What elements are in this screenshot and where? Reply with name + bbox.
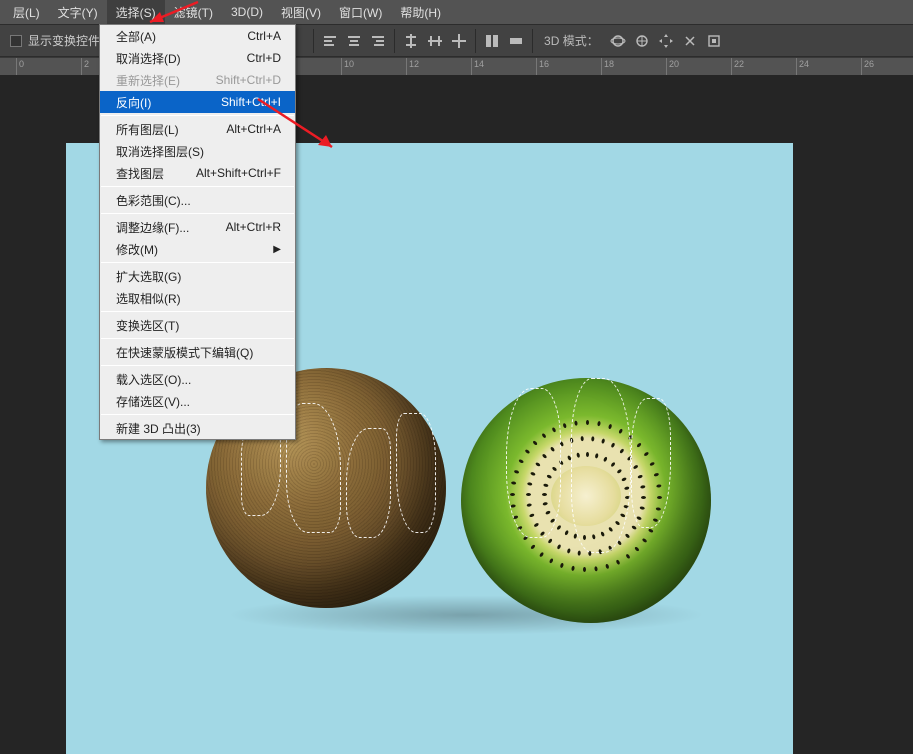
ruler-tick: 20 xyxy=(666,58,679,75)
selection-marquee xyxy=(346,428,391,538)
menu-divider xyxy=(101,213,294,214)
roll-icon[interactable] xyxy=(631,30,653,52)
menu-divider xyxy=(101,262,294,263)
align-center-icon[interactable] xyxy=(343,30,365,52)
menu-select[interactable]: 选择(S) xyxy=(107,0,165,25)
menu-divider xyxy=(101,338,294,339)
distribute-v-icon[interactable] xyxy=(400,30,422,52)
pan-icon[interactable] xyxy=(655,30,677,52)
menu-item-shortcut: Shift+Ctrl+D xyxy=(216,73,281,87)
ruler-tick: 10 xyxy=(341,58,354,75)
menu-item-label: 全部(A) xyxy=(116,28,156,45)
ruler-tick: 0 xyxy=(16,58,24,75)
ruler-tick: 18 xyxy=(601,58,614,75)
auto-align-icon[interactable] xyxy=(481,30,503,52)
menu-3d[interactable]: 3D(D) xyxy=(222,1,272,23)
menu-item-label: 存储选区(V)... xyxy=(116,393,190,410)
menu-item[interactable]: 取消选择图层(S) xyxy=(100,140,295,162)
menu-view[interactable]: 视图(V) xyxy=(272,0,330,25)
ruler-tick: 14 xyxy=(471,58,484,75)
ruler-tick: 26 xyxy=(861,58,874,75)
menu-divider xyxy=(101,311,294,312)
submenu-arrow-icon: ▶ xyxy=(273,244,281,255)
menu-item-label: 载入选区(O)... xyxy=(116,371,191,388)
menu-divider xyxy=(101,365,294,366)
menu-type[interactable]: 文字(Y) xyxy=(49,0,107,25)
toolbar-separator xyxy=(313,29,314,53)
menu-layer[interactable]: 层(L) xyxy=(4,0,49,25)
selection-marquee xyxy=(631,398,671,528)
menu-item-label: 色彩范围(C)... xyxy=(116,192,191,209)
menu-item[interactable]: 查找图层 Alt+Shift+Ctrl+F xyxy=(100,162,295,184)
menu-item[interactable]: 修改(M) ▶ xyxy=(100,238,295,260)
menu-item-shortcut: Ctrl+D xyxy=(247,51,281,65)
ruler-tick: 12 xyxy=(406,58,419,75)
menu-bar: 层(L) 文字(Y) 选择(S) 滤镜(T) 3D(D) 视图(V) 窗口(W)… xyxy=(0,0,913,24)
distribute-c-icon[interactable] xyxy=(448,30,470,52)
menu-item[interactable]: 变换选区(T) xyxy=(100,314,295,336)
menu-item[interactable]: 全部(A) Ctrl+A xyxy=(100,25,295,47)
menu-window[interactable]: 窗口(W) xyxy=(330,0,391,25)
menu-item-shortcut: Alt+Ctrl+A xyxy=(226,122,281,136)
menu-item[interactable]: 调整边缘(F)... Alt+Ctrl+R xyxy=(100,216,295,238)
menu-item-shortcut: Alt+Ctrl+R xyxy=(226,220,281,234)
menu-item[interactable]: 所有图层(L) Alt+Ctrl+A xyxy=(100,118,295,140)
menu-item-label: 所有图层(L) xyxy=(116,121,179,138)
select-menu-dropdown: 全部(A) Ctrl+A 取消选择(D) Ctrl+D 重新选择(E) Shift+Ctr… xyxy=(99,24,296,440)
menu-divider xyxy=(101,115,294,116)
menu-item-label: 取消选择(D) xyxy=(116,50,181,67)
slide-icon[interactable] xyxy=(679,30,701,52)
menu-item-label: 反向(I) xyxy=(116,94,151,111)
menu-item-shortcut: Ctrl+A xyxy=(247,29,281,43)
3d-mode-label: 3D 模式： xyxy=(538,30,605,52)
distribute-h-icon[interactable] xyxy=(424,30,446,52)
ruler-tick: 22 xyxy=(731,58,744,75)
menu-item-label: 查找图层 xyxy=(116,165,164,182)
toolbar-separator xyxy=(475,29,476,53)
menu-item-label: 选取相似(R) xyxy=(116,290,181,307)
menu-item[interactable]: 选取相似(R) xyxy=(100,287,295,309)
menu-item[interactable]: 色彩范围(C)... xyxy=(100,189,295,211)
menu-item-label: 扩大选取(G) xyxy=(116,268,181,285)
auto-blend-icon[interactable] xyxy=(505,30,527,52)
ruler-tick: 24 xyxy=(796,58,809,75)
menu-item[interactable]: 载入选区(O)... xyxy=(100,368,295,390)
align-edges-icon[interactable] xyxy=(319,30,341,52)
menu-item[interactable]: 在快速蒙版模式下编辑(Q) xyxy=(100,341,295,363)
selection-marquee xyxy=(571,378,631,553)
menu-item-shortcut: Alt+Shift+Ctrl+F xyxy=(196,166,281,180)
toolbar-separator xyxy=(394,29,395,53)
menu-item-label: 调整边缘(F)... xyxy=(116,219,189,236)
menu-item-label: 修改(M) xyxy=(116,241,158,258)
menu-divider xyxy=(101,414,294,415)
menu-item[interactable]: 新建 3D 凸出(3) xyxy=(100,417,295,439)
show-transform-checkbox[interactable] xyxy=(10,35,22,47)
menu-item-label: 取消选择图层(S) xyxy=(116,143,204,160)
menu-item-label: 变换选区(T) xyxy=(116,317,179,334)
scale-icon[interactable] xyxy=(703,30,725,52)
menu-filter[interactable]: 滤镜(T) xyxy=(165,0,222,25)
selection-marquee xyxy=(396,413,436,533)
menu-item-label: 新建 3D 凸出(3) xyxy=(116,420,201,437)
selection-marquee xyxy=(506,388,561,538)
align-right-icon[interactable] xyxy=(367,30,389,52)
menu-item[interactable]: 反向(I) Shift+Ctrl+I xyxy=(100,91,295,113)
menu-help[interactable]: 帮助(H) xyxy=(391,0,450,25)
menu-item-label: 在快速蒙版模式下编辑(Q) xyxy=(116,344,253,361)
menu-item-label: 重新选择(E) xyxy=(116,72,180,89)
show-transform-label: 显示变换控件 xyxy=(28,32,100,49)
menu-divider xyxy=(101,186,294,187)
menu-item[interactable]: 取消选择(D) Ctrl+D xyxy=(100,47,295,69)
menu-item[interactable]: 存储选区(V)... xyxy=(100,390,295,412)
menu-item[interactable]: 扩大选取(G) xyxy=(100,265,295,287)
menu-item: 重新选择(E) Shift+Ctrl+D xyxy=(100,69,295,91)
toolbar-separator xyxy=(532,29,533,53)
menu-item-shortcut: Shift+Ctrl+I xyxy=(221,95,281,109)
ruler-tick: 2 xyxy=(81,58,89,75)
ruler-tick: 16 xyxy=(536,58,549,75)
orbit-icon[interactable] xyxy=(607,30,629,52)
